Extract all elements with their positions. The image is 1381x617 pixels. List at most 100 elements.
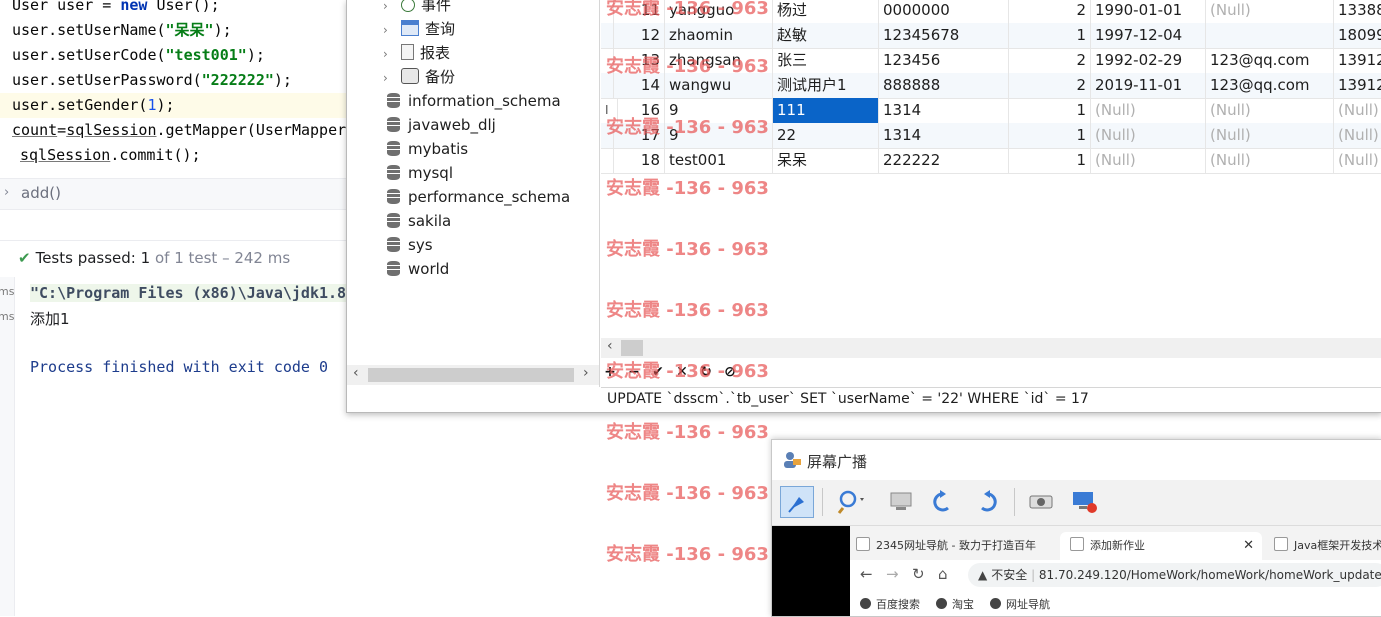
- delete-record-button[interactable]: −: [625, 364, 643, 380]
- cell-user-code[interactable]: zhaomin: [665, 23, 773, 48]
- scroll-left-icon[interactable]: ‹: [353, 365, 359, 381]
- table-row[interactable]: I 16 9 111 1314 1 (Null) (Null) (Null): [601, 98, 1381, 124]
- tree-database[interactable]: world: [387, 257, 449, 281]
- cell-user-name[interactable]: 张三: [773, 48, 879, 73]
- cell-password[interactable]: 1314: [879, 98, 1009, 123]
- tree-item-events[interactable]: › 事件: [383, 0, 451, 17]
- cell-id[interactable]: 17: [615, 123, 665, 148]
- cell-user-name[interactable]: 赵敏: [773, 23, 879, 48]
- cell-user-code[interactable]: yangguo: [665, 0, 773, 23]
- code-editor[interactable]: User user = new User(); user.setUserName…: [0, 0, 346, 178]
- cell-password[interactable]: 123456: [879, 48, 1009, 73]
- data-grid[interactable]: 11 yangguo 杨过 0000000 2 1990-01-01 (Null) 13388…: [601, 0, 1381, 336]
- bookmark-item[interactable]: 网址导航: [990, 596, 1050, 612]
- cell-user-code[interactable]: 9: [665, 123, 773, 148]
- chevron-right-icon[interactable]: ›: [383, 66, 397, 90]
- cell-user-code[interactable]: 9: [665, 98, 773, 123]
- scroll-thumb[interactable]: [368, 368, 574, 382]
- zoom-tool-button[interactable]: [834, 486, 868, 518]
- table-row[interactable]: 12 zhaomin 赵敏 12345678 1 1997-12-04 18099: [601, 23, 1381, 49]
- tree-database[interactable]: mysql: [387, 161, 453, 185]
- cell-password[interactable]: 888888: [879, 73, 1009, 98]
- cell-user-name[interactable]: 呆呆: [773, 148, 879, 173]
- cell-phone[interactable]: 13912: [1334, 48, 1381, 73]
- tree-horizontal-scrollbar[interactable]: ‹ ›: [347, 365, 599, 385]
- chevron-right-icon[interactable]: ›: [383, 18, 397, 42]
- cell-password[interactable]: 12345678: [879, 23, 1009, 48]
- scroll-right-icon[interactable]: ›: [583, 365, 589, 381]
- close-tab-icon[interactable]: ✕: [1243, 532, 1254, 560]
- cell-email[interactable]: (Null): [1206, 123, 1334, 148]
- tree-database[interactable]: mybatis: [387, 137, 468, 161]
- cell-gender[interactable]: 1: [1009, 98, 1091, 123]
- camera-tool-button[interactable]: [1024, 486, 1058, 518]
- table-row[interactable]: 18 test001 呆呆 222222 1 (Null) (Null) (Null): [601, 148, 1381, 174]
- cell-gender[interactable]: 2: [1009, 48, 1091, 73]
- connection-tree[interactable]: › 事件 › 查询 › 报表 › 备份 information_schema javaw…: [347, 0, 600, 387]
- cell-email[interactable]: (Null): [1206, 148, 1334, 173]
- tree-item-backups[interactable]: › 备份: [383, 65, 455, 89]
- chevron-right-icon[interactable]: ›: [383, 42, 397, 66]
- row-selector[interactable]: [601, 0, 614, 23]
- cell-user-code[interactable]: wangwu: [665, 73, 773, 98]
- cell-id[interactable]: 13: [615, 48, 665, 73]
- cell-birthday[interactable]: 1997-12-04: [1091, 23, 1206, 48]
- tree-database[interactable]: sakila: [387, 209, 451, 233]
- redo-tool-button[interactable]: [970, 486, 1004, 518]
- tree-database[interactable]: javaweb_dlj: [387, 113, 496, 137]
- row-selector[interactable]: [601, 48, 614, 73]
- table-row[interactable]: 17 9 22 1314 1 (Null) (Null) (Null): [601, 123, 1381, 149]
- scroll-thumb[interactable]: [621, 340, 643, 356]
- cell-phone[interactable]: (Null): [1334, 123, 1381, 148]
- scroll-left-icon[interactable]: ‹: [607, 338, 613, 354]
- cell-user-name[interactable]: 杨过: [773, 0, 879, 23]
- tree-item-queries[interactable]: › 查询: [383, 17, 455, 41]
- back-icon[interactable]: ←: [860, 565, 873, 583]
- home-icon[interactable]: ⌂: [938, 565, 948, 583]
- tree-database[interactable]: information_schema: [387, 89, 561, 113]
- discard-changes-button[interactable]: ✕: [673, 364, 691, 380]
- cell-user-code[interactable]: test001: [665, 148, 773, 173]
- table-row[interactable]: 13 zhangsan 张三 123456 2 1992-02-29 123@qq.com 1…: [601, 48, 1381, 74]
- address-bar[interactable]: ▲ 不安全 | 81.70.249.120/HomeWork/homeWork/h…: [968, 563, 1381, 587]
- cell-birthday[interactable]: 1992-02-29: [1091, 48, 1206, 73]
- grid-horizontal-scrollbar[interactable]: ‹: [601, 338, 1381, 358]
- bookmark-item[interactable]: 百度搜索: [860, 596, 920, 612]
- cell-email[interactable]: [1206, 23, 1334, 48]
- table-row[interactable]: 14 wangwu 测试用户1 888888 2 2019-11-01 123@qq.com…: [601, 73, 1381, 99]
- cell-user-code[interactable]: zhangsan: [665, 48, 773, 73]
- cell-phone[interactable]: 18099: [1334, 23, 1381, 48]
- browser-tab-active[interactable]: 添加新作业 ✕: [1060, 532, 1262, 560]
- cell-email[interactable]: (Null): [1206, 98, 1334, 123]
- cell-phone[interactable]: 13912: [1334, 73, 1381, 98]
- tree-item-reports[interactable]: › 报表: [383, 41, 450, 65]
- cell-id[interactable]: 14: [615, 73, 665, 98]
- cell-birthday[interactable]: 2019-11-01: [1091, 73, 1206, 98]
- add-record-button[interactable]: +: [601, 364, 619, 380]
- browser-tab[interactable]: Java框架开发技术-: [1266, 532, 1381, 560]
- cell-phone[interactable]: (Null): [1334, 148, 1381, 173]
- stop-button[interactable]: ⊘: [721, 364, 739, 380]
- cell-id[interactable]: 16: [615, 98, 665, 123]
- cell-gender[interactable]: 2: [1009, 73, 1091, 98]
- tree-database[interactable]: sys: [387, 233, 433, 257]
- cell-gender[interactable]: 1: [1009, 148, 1091, 173]
- undo-tool-button[interactable]: [926, 486, 960, 518]
- cell-birthday[interactable]: (Null): [1091, 148, 1206, 173]
- row-selector[interactable]: [601, 123, 614, 148]
- cell-email[interactable]: 123@qq.com: [1206, 73, 1334, 98]
- cell-user-name[interactable]: 22: [773, 123, 879, 148]
- cell-id[interactable]: 18: [615, 148, 665, 173]
- cell-gender[interactable]: 1: [1009, 23, 1091, 48]
- cell-email[interactable]: (Null): [1206, 0, 1334, 23]
- cell-user-name[interactable]: 111: [773, 98, 879, 123]
- cell-id[interactable]: 12: [615, 23, 665, 48]
- cell-user-name[interactable]: 测试用户1: [773, 73, 879, 98]
- chevron-right-icon[interactable]: ›: [383, 0, 397, 18]
- title-bar[interactable]: 屏幕广播: [772, 440, 1381, 480]
- cell-birthday[interactable]: (Null): [1091, 123, 1206, 148]
- cell-password[interactable]: 0000000: [879, 0, 1009, 23]
- row-selector[interactable]: [601, 73, 614, 98]
- pin-tool-button[interactable]: [780, 486, 814, 518]
- row-selector[interactable]: [601, 148, 614, 173]
